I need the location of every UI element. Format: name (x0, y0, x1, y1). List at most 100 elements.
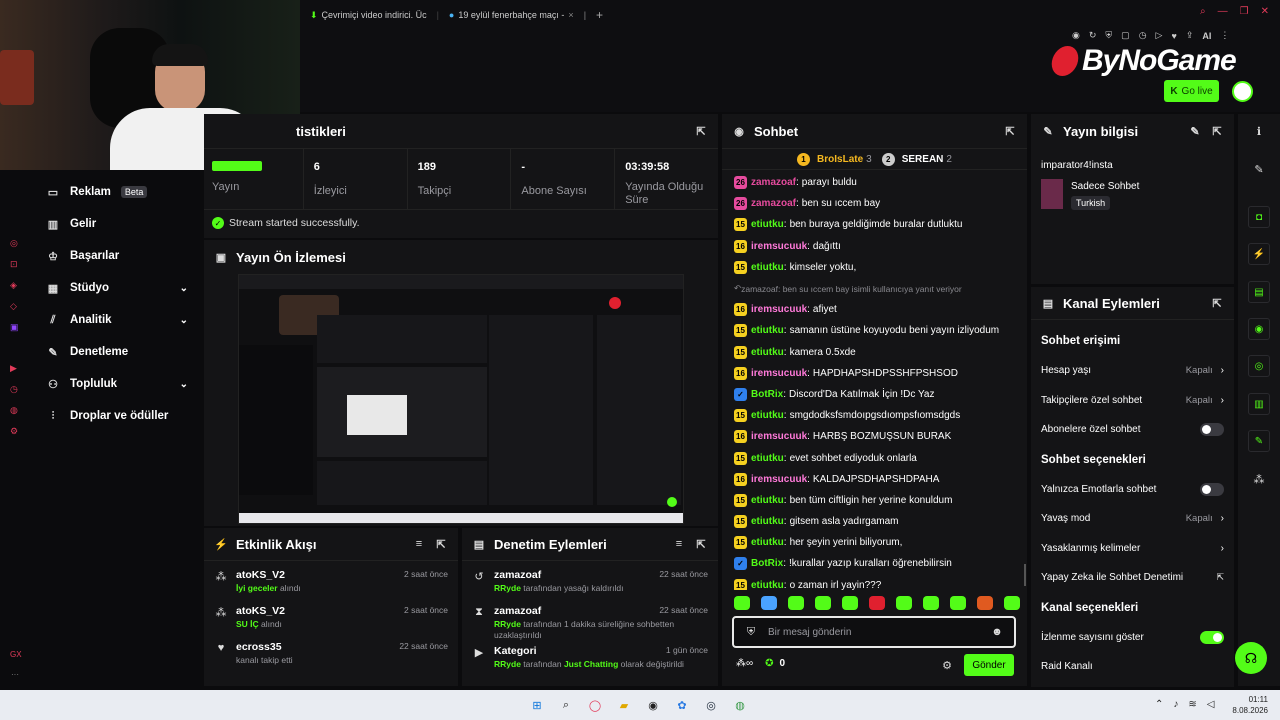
chat-settings-icon[interactable]: ⚙ (940, 658, 954, 672)
chat-message[interactable]: 16 iremsucuuk: afiyet (734, 299, 1017, 320)
send-button[interactable]: Gönder (964, 654, 1014, 676)
steam-icon[interactable]: ◎ (702, 696, 720, 714)
minimize-icon[interactable]: — (1218, 6, 1228, 17)
chat-message[interactable]: 15 etiutku: smgdodksfsmdoıpgsdıompsfıomsdg… (734, 405, 1017, 426)
chat-username[interactable]: BotRix (751, 558, 783, 569)
chat-input[interactable]: ⛨ Bir mesaj gönderin ☻ (732, 616, 1016, 648)
folder-icon[interactable]: ▰ (615, 696, 633, 714)
app-icon[interactable]: ✿ (673, 696, 691, 714)
chat-message[interactable]: 15 etiutku: ben tüm ciftligin her yerine k… (734, 490, 1017, 511)
pencil-icon[interactable]: ✎ (1252, 162, 1266, 176)
chat-reply-notice[interactable]: ↶ zamazoaf: ben su ıccem bay isimli kull… (734, 278, 1017, 299)
chat-username[interactable]: etiutku (751, 347, 784, 358)
sidebar-item-analitik[interactable]: ⫽ Analitik ⌄ (30, 304, 202, 336)
sidebar-item-reklam[interactable]: ▭ Reklam Beta (30, 176, 202, 208)
emote-icon[interactable] (869, 596, 885, 610)
chat-message[interactable]: ✓ BotRix: Discord'Da Katılmak İçin !Dc Yaz (734, 384, 1017, 405)
chat-message[interactable]: 26 zamazoaf: parayı buldu (734, 172, 1017, 193)
new-tab-button[interactable]: + (596, 8, 603, 22)
obs-icon[interactable]: ◉ (644, 696, 662, 714)
rail-btn-wrench[interactable]: ✎ (1248, 430, 1270, 452)
more-icon[interactable]: ⋮ (1220, 30, 1229, 41)
globe-icon[interactable]: ◍ (731, 696, 749, 714)
sidebar-item-droplar[interactable]: ⫶ Droplar ve ödüller (30, 400, 202, 432)
user-avatar[interactable] (1232, 81, 1253, 102)
sidebar-item-studyo[interactable]: ▦ Stüdyo ⌄ (30, 272, 202, 304)
wifi-icon[interactable]: ≋ (1188, 699, 1196, 710)
chat-username[interactable]: zamazoaf (751, 198, 796, 209)
edit-icon[interactable]: ✎ (1188, 124, 1202, 138)
box-icon[interactable]: ▢ (1121, 30, 1130, 41)
rail-btn-document[interactable]: ▤ (1248, 281, 1270, 303)
chat-message[interactable]: 15 etiutku: her şeyin yerini biliyorum, (734, 532, 1017, 553)
emote-icon[interactable] (815, 596, 831, 610)
chat-username[interactable]: iremsucuuk (751, 474, 807, 485)
leader-2[interactable]: 2 SEREAN 2 (881, 152, 952, 166)
emote-icon[interactable] (734, 596, 750, 610)
slow-mode-row[interactable]: Yavaş mod Kapalı › (1031, 504, 1234, 534)
chat-username[interactable]: etiutku (751, 537, 784, 548)
search-icon[interactable]: ⌕ (557, 696, 575, 714)
chat-username[interactable]: zamazoaf (751, 177, 796, 188)
volume-icon[interactable]: ◁ (1207, 699, 1215, 710)
rail-icon-5[interactable]: ▶ (10, 363, 19, 374)
emote-icon[interactable] (950, 596, 966, 610)
share-icon[interactable]: ⇪ (1186, 30, 1194, 41)
search-icon[interactable]: ⌕ (1200, 6, 1206, 17)
community-icon[interactable]: ⁂ (1252, 472, 1266, 486)
rail-icon-1[interactable]: ◎ (10, 238, 19, 249)
chat-username[interactable]: iremsucuuk (751, 241, 807, 252)
rail-icon-4[interactable]: ◇ (10, 301, 19, 312)
chat-message[interactable]: 16 iremsucuuk: KALDAJPSDHAPSHDPAHA (734, 469, 1017, 490)
chat-message[interactable]: 15 etiutku: kamera 0.5xde (734, 342, 1017, 363)
subscribers-only-toggle[interactable] (1200, 423, 1224, 437)
sidebar-item-basarilar[interactable]: ♔ Başarılar (30, 240, 202, 272)
emotes-only-toggle[interactable] (1200, 482, 1224, 496)
tab-fenerbahce[interactable]: ● 19 eylül fenerbahçe maçı - × (449, 10, 574, 20)
rail-icon-7[interactable]: ◍ (10, 405, 19, 416)
chat-message[interactable]: 26 zamazoaf: ben su ıccem bay (734, 193, 1017, 214)
category-thumbnail[interactable] (1041, 179, 1063, 209)
chat-message[interactable]: 15 etiutku: o zaman irl yayin??? (734, 575, 1017, 590)
chat-message[interactable]: 15 etiutku: ben buraya geldiğimde buralar … (734, 214, 1017, 235)
chat-message[interactable]: 15 etiutku: kimseler yoktu, (734, 257, 1017, 278)
chat-username[interactable]: etiutku (751, 516, 784, 527)
opera-gx-icon[interactable]: ◯ (586, 696, 604, 714)
twitch-icon[interactable]: ▣ (10, 322, 19, 333)
chat-message[interactable]: 15 etiutku: samanın üstüne koyuyodu beni y… (734, 320, 1017, 341)
ai-moderation-row[interactable]: Yapay Zeka ile Sohbet Denetimi ⇱ (1031, 563, 1234, 593)
chat-username[interactable]: iremsucuuk (751, 368, 807, 379)
emote-icon[interactable] (977, 596, 993, 610)
shield-icon[interactable]: ⛨ (1105, 30, 1112, 41)
bynogame-logo[interactable]: ByNoGame (1049, 44, 1237, 78)
rail-btn-actions[interactable]: ▥ (1248, 393, 1270, 415)
camera-icon[interactable]: ◉ (1072, 30, 1080, 41)
close-tab-icon[interactable]: × (568, 10, 573, 20)
emote-icon[interactable] (761, 596, 777, 610)
raid-row[interactable]: Raid Kanalı (1031, 652, 1234, 682)
chat-username[interactable]: etiutku (751, 219, 784, 230)
stream-preview-video[interactable] (238, 274, 684, 524)
sidebar-item-gelir[interactable]: ▥ Gelir (30, 208, 202, 240)
rail-btn-chat[interactable]: ◉ (1248, 318, 1270, 340)
ai-label[interactable]: AI (1202, 31, 1211, 41)
filter-icon[interactable]: ≡ (672, 537, 686, 551)
restore-icon[interactable]: ❐ (1240, 6, 1249, 17)
popout-icon[interactable]: ⇱ (694, 124, 708, 138)
settings-icon[interactable]: ⚙ (10, 426, 19, 437)
chat-username[interactable]: etiutku (751, 325, 784, 336)
heart-icon[interactable]: ♥ (1171, 31, 1176, 41)
rail-icon-2[interactable]: ⊡ (10, 259, 19, 270)
rail-btn-lightning[interactable]: ⚡ (1248, 243, 1270, 265)
rail-btn-camera[interactable]: ◘ (1248, 206, 1270, 228)
chat-username[interactable]: etiutku (751, 495, 784, 506)
sidebar-item-denetleme[interactable]: ✎ Denetleme (30, 336, 202, 368)
clock-icon[interactable]: ◷ (1139, 30, 1147, 41)
account-age-row[interactable]: Hesap yaşı Kapalı › (1031, 356, 1234, 386)
chat-username[interactable]: iremsucuuk (751, 304, 807, 315)
popout-icon[interactable]: ⇱ (434, 537, 448, 551)
rail-more-icon[interactable]: ··· (11, 670, 19, 679)
tab-video-downloader[interactable]: ⬇ Çevrimiçi video indirici. Üc (310, 10, 427, 21)
rail-icon-6[interactable]: ◷ (10, 384, 19, 395)
chat-username[interactable]: etiutku (751, 262, 784, 273)
